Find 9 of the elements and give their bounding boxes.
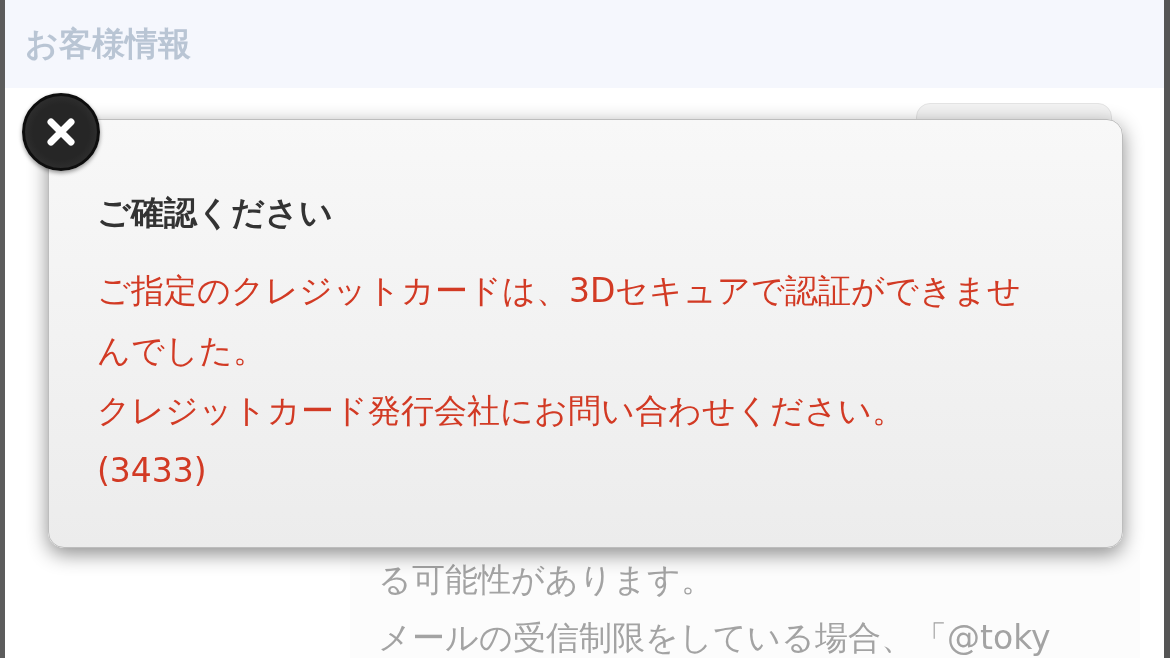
notice-text: メールの受信制限をしている場合、「@toky bbox=[378, 617, 1052, 658]
error-message: ご指定のクレジットカードは、3Dセキュアで認証ができませんでした。 bbox=[97, 270, 1023, 372]
dialog-title: ご確認ください bbox=[97, 192, 334, 233]
notice-text: る可能性があります。 bbox=[378, 559, 715, 600]
close-button[interactable] bbox=[22, 93, 100, 171]
error-message: クレジットカード発行会社にお問い合わせください。 bbox=[97, 390, 906, 432]
error-message: (3433) bbox=[97, 450, 208, 492]
close-icon bbox=[46, 117, 76, 147]
page-title: お客様情報 bbox=[25, 24, 191, 64]
